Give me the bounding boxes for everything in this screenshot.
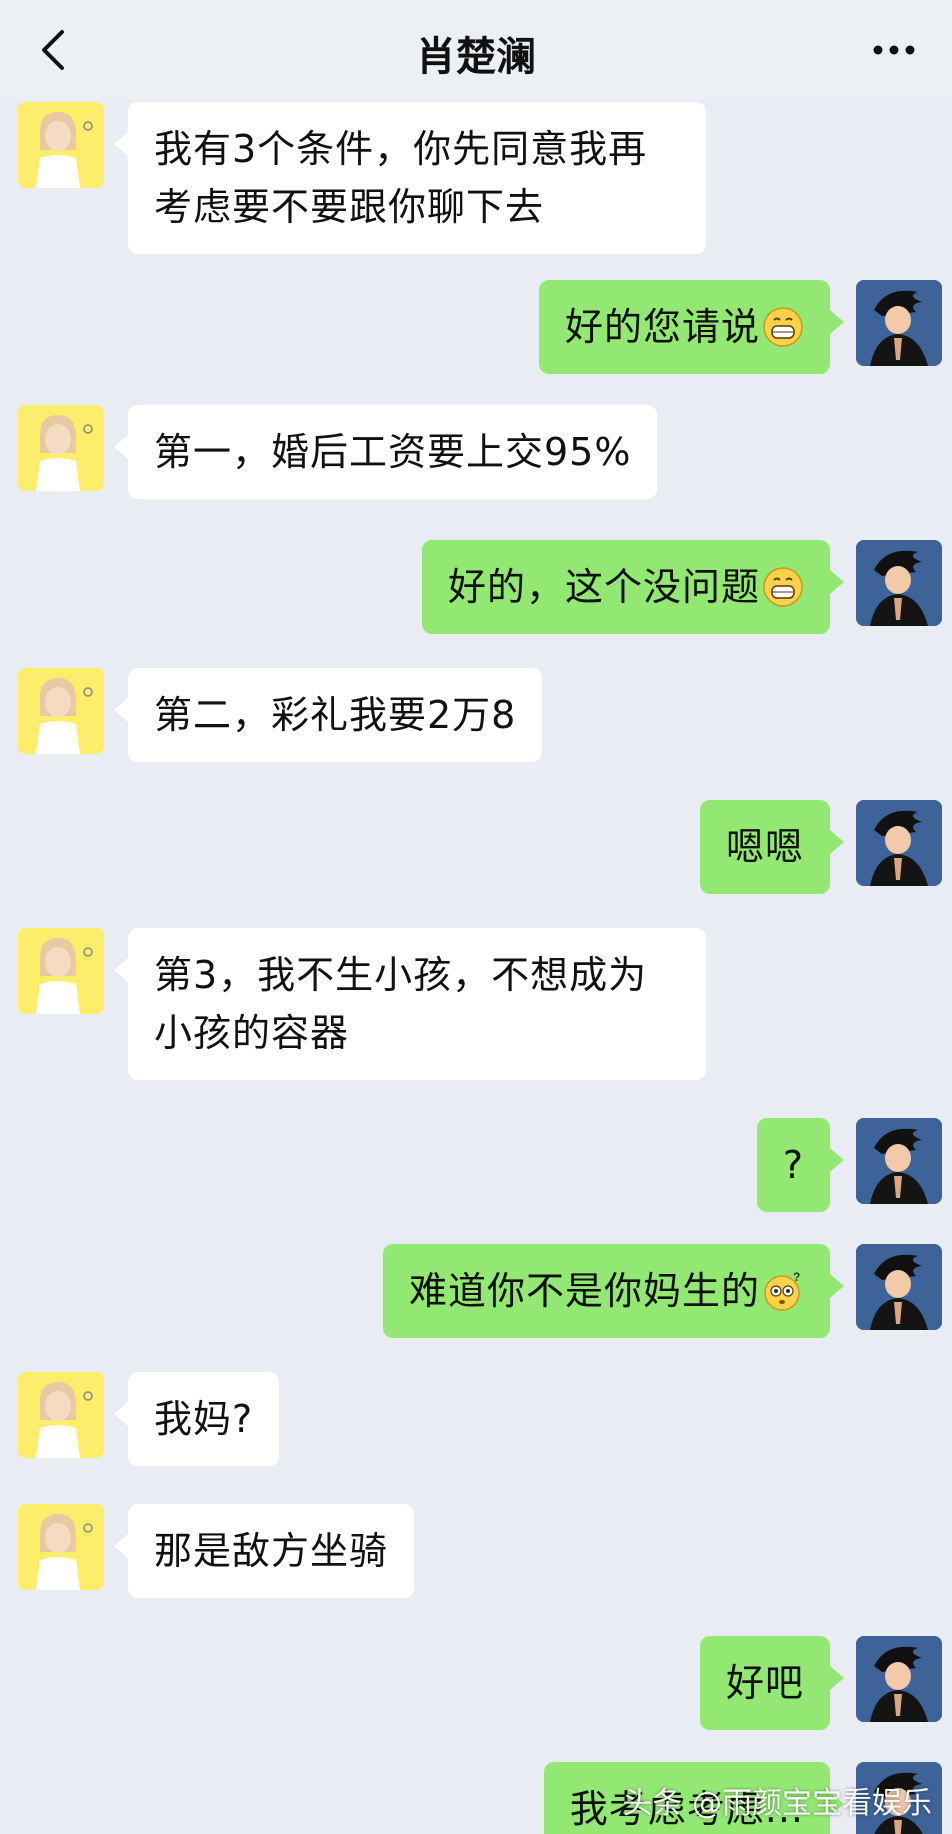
boy-avatar-icon <box>856 1118 942 1204</box>
message-bubble-incoming: 我有3个条件，你先同意我再考虑要不要跟你聊下去 <box>114 102 706 254</box>
message-text: 好吧 <box>725 1661 804 1705</box>
message-bubble-outgoing: 嗯嗯 <box>699 800 845 894</box>
message-bubble-outgoing: 好吧 <box>699 1636 845 1730</box>
grinning-face-icon <box>763 307 803 347</box>
contact-avatar[interactable] <box>18 405 104 491</box>
self-avatar[interactable] <box>856 1636 942 1722</box>
message-bubble-incoming: 我妈? <box>113 1372 280 1466</box>
message-bubble-outgoing: 好的，这个没问题 <box>421 540 845 634</box>
message-text: 第3，我不生小孩，不想成为小孩的容器 <box>154 953 648 1055</box>
girl-avatar-icon <box>18 928 104 1014</box>
message-text: 第二，彩礼我要2万8 <box>154 693 517 737</box>
boy-avatar-icon <box>856 1636 942 1722</box>
more-button[interactable] <box>864 28 924 72</box>
message-bubble-incoming: 第一，婚后工资要上交95% <box>113 405 658 499</box>
message-text: 难道你不是你妈生的 <box>408 1269 760 1313</box>
contact-avatar[interactable] <box>18 928 104 1014</box>
message-bubble-incoming: 第3，我不生小孩，不想成为小孩的容器 <box>114 928 706 1080</box>
boy-avatar-icon <box>856 280 942 366</box>
message-text: 第一，婚后工资要上交95% <box>154 430 632 474</box>
contact-avatar[interactable] <box>18 102 104 188</box>
self-avatar[interactable] <box>856 280 942 366</box>
message-text: 我妈? <box>154 1397 254 1441</box>
boy-avatar-icon <box>856 1244 942 1330</box>
girl-avatar-icon <box>18 405 104 491</box>
message-text: 好的您请说 <box>564 305 760 349</box>
contact-avatar[interactable] <box>18 1504 104 1590</box>
message-bubble-incoming: 第二，彩礼我要2万8 <box>113 668 543 762</box>
self-avatar[interactable] <box>856 1244 942 1330</box>
boy-avatar-icon <box>856 800 942 886</box>
self-avatar[interactable] <box>856 800 942 886</box>
confused-face-icon: ? <box>764 1270 801 1311</box>
message-text: 我有3个条件，你先同意我再考虑要不要跟你聊下去 <box>154 127 648 229</box>
more-dots-icon <box>873 45 915 55</box>
message-bubble-outgoing: 难道你不是你妈生的 ? <box>382 1244 845 1338</box>
svg-text:?: ? <box>793 1270 801 1284</box>
contact-avatar[interactable] <box>18 668 104 754</box>
chat-header: 肖楚澜 <box>0 0 952 100</box>
message-bubble-outgoing: 好的您请说 <box>538 280 845 374</box>
message-bubble-incoming: 那是敌方坐骑 <box>113 1504 415 1598</box>
girl-avatar-icon <box>18 102 104 188</box>
self-avatar[interactable] <box>856 540 942 626</box>
grinning-face-icon <box>763 567 803 607</box>
message-bubble-outgoing: ? <box>756 1118 845 1212</box>
girl-avatar-icon <box>18 668 104 754</box>
chat-title: 肖楚澜 <box>416 34 536 80</box>
message-text: 嗯嗯 <box>725 825 804 869</box>
message-text: 好的，这个没问题 <box>447 565 760 609</box>
girl-avatar-icon <box>18 1504 104 1590</box>
watermark: 头条 @雨颜宝宝看娱乐 <box>622 1786 932 1821</box>
girl-avatar-icon <box>18 1372 104 1458</box>
contact-avatar[interactable] <box>18 1372 104 1458</box>
self-avatar[interactable] <box>856 1118 942 1204</box>
boy-avatar-icon <box>856 540 942 626</box>
message-text: 那是敌方坐骑 <box>154 1529 389 1573</box>
message-text: ? <box>782 1143 804 1187</box>
